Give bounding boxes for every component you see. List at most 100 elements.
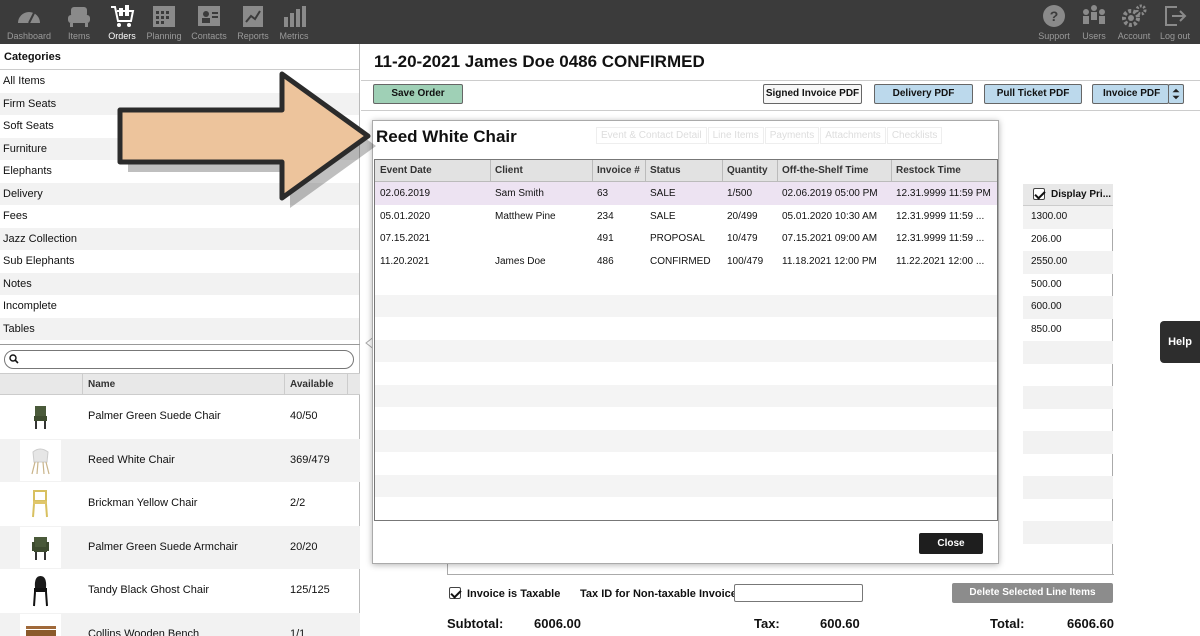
item-name: Tandy Black Ghost Chair <box>88 584 210 596</box>
empty-row <box>375 294 997 317</box>
column-available[interactable]: Available <box>290 379 334 390</box>
help-tab[interactable]: Help <box>1160 321 1200 363</box>
usage-row[interactable]: 07.15.2021 491 PROPOSAL 10/479 07.15.202… <box>375 227 997 250</box>
item-name: Palmer Green Suede Chair <box>88 410 221 422</box>
line-items-table: Display Pri... 1300.00 206.00 2550.00 50… <box>1023 184 1113 574</box>
item-row[interactable]: Reed White Chair 369/479 <box>0 438 360 482</box>
category-incomplete[interactable]: Incomplete <box>0 295 359 318</box>
popover-title: Reed White Chair <box>376 127 517 146</box>
empty-row <box>375 474 997 497</box>
off-shelf-cell: 07.15.2021 09:00 AM <box>782 233 878 244</box>
nav-logout[interactable]: Log out <box>1150 0 1200 44</box>
item-row[interactable]: Brickman Yellow Chair 2/2 <box>0 482 360 526</box>
nav-dashboard[interactable]: Dashboard <box>4 0 54 44</box>
dashboard-icon <box>18 12 40 24</box>
save-order-button[interactable]: Save Order <box>373 84 463 104</box>
display-price-cell[interactable]: 2550.00 <box>1023 251 1113 274</box>
delete-selected-line-items-button[interactable]: Delete Selected Line Items <box>952 583 1113 603</box>
empty-cell <box>1023 454 1113 477</box>
item-usage-table: Event Date Client Invoice # Status Quant… <box>374 159 998 521</box>
categories-header: Categories <box>0 44 359 70</box>
item-search-input[interactable] <box>4 350 354 369</box>
invoice-cell: 63 <box>597 188 609 199</box>
item-row[interactable]: Tandy Black Ghost Chair 125/125 <box>0 569 360 613</box>
display-price-cell[interactable]: 500.00 <box>1023 274 1113 297</box>
delivery-pdf-button[interactable]: Delivery PDF <box>874 84 973 104</box>
invoice-cell: 234 <box>597 210 614 222</box>
client-cell: Matthew Pine <box>495 210 556 222</box>
order-title: 11-20-2021 James Doe 0486 CONFIRMED <box>374 52 705 71</box>
restock-cell: 11.22.2021 12:00 ... <box>896 255 985 267</box>
event-date-cell: 05.01.2020 <box>380 210 431 222</box>
tax-id-input[interactable] <box>734 584 863 602</box>
column-off-the-shelf-time[interactable]: Off-the-Shelf Time <box>782 165 868 176</box>
display-price-cell[interactable]: 1300.00 <box>1023 206 1113 229</box>
tab-event-contact-detail: Event & Contact Detail <box>596 127 707 144</box>
display-price-header-label: Display Pri... <box>1051 189 1112 200</box>
item-row[interactable]: Palmer Green Suede Armchair 20/20 <box>0 525 360 569</box>
empty-cell <box>1023 521 1113 544</box>
invoice-taxable-label: Invoice is Taxable <box>467 588 561 600</box>
nav-dashboard-label: Dashboard <box>6 31 52 41</box>
off-shelf-cell: 11.18.2021 12:00 PM <box>782 255 877 267</box>
pull-ticket-pdf-button[interactable]: Pull Ticket PDF <box>984 84 1082 104</box>
usage-row[interactable]: 11.20.2021 James Doe 486 CONFIRMED 100/4… <box>375 250 997 273</box>
toolbar-divider <box>361 110 1200 111</box>
display-price-cell[interactable]: 600.00 <box>1023 296 1113 319</box>
nav-metrics[interactable]: Metrics <box>269 0 319 44</box>
status-cell: SALE <box>650 188 676 199</box>
event-date-cell: 07.15.2021 <box>380 233 431 244</box>
display-price-cell[interactable]: 850.00 <box>1023 319 1113 342</box>
usage-row[interactable]: 02.06.2019 Sam Smith 63 SALE 1/500 02.06… <box>375 182 997 205</box>
category-jazz-collection[interactable]: Jazz Collection <box>0 227 359 250</box>
column-quantity[interactable]: Quantity <box>727 165 768 176</box>
quantity-cell: 1/500 <box>727 188 753 199</box>
nav-planning[interactable]: Planning <box>139 0 189 44</box>
column-event-date[interactable]: Event Date <box>380 165 432 176</box>
empty-row <box>375 384 997 407</box>
calendar-icon <box>153 6 175 27</box>
category-notes[interactable]: Notes <box>0 272 359 295</box>
status-cell: PROPOSAL <box>650 233 706 244</box>
item-name: Palmer Green Suede Armchair <box>88 540 238 553</box>
column-invoice-number[interactable]: Invoice # <box>597 165 640 176</box>
empty-cell <box>1023 476 1113 499</box>
table-border <box>447 574 1114 575</box>
nav-contacts-label: Contacts <box>191 31 227 41</box>
display-price-column-header[interactable]: Display Pri... <box>1023 184 1113 206</box>
svg-text:?: ? <box>1050 8 1059 24</box>
display-price-cell[interactable]: 206.00 <box>1023 229 1113 252</box>
column-status[interactable]: Status <box>650 165 681 176</box>
close-button[interactable]: Close <box>919 533 983 554</box>
empty-cell <box>1023 386 1113 409</box>
quantity-cell: 10/479 <box>727 233 758 244</box>
empty-cell <box>1023 431 1113 454</box>
users-icon <box>1083 5 1105 24</box>
column-restock-time[interactable]: Restock Time <box>896 165 961 176</box>
column-client[interactable]: Client <box>495 165 523 176</box>
column-name[interactable]: Name <box>88 379 115 390</box>
subtotal-label: Subtotal: <box>447 616 504 631</box>
total-value: 6606.60 <box>1067 616 1114 631</box>
signed-invoice-pdf-button[interactable]: Signed Invoice PDF <box>763 84 862 104</box>
display-price-checkbox[interactable] <box>1033 188 1045 200</box>
item-name: Brickman Yellow Chair <box>88 497 198 509</box>
tax-label: Tax: <box>754 616 780 631</box>
nav-contacts[interactable]: Contacts <box>184 0 234 44</box>
quantity-cell: 20/499 <box>727 210 758 222</box>
restock-cell: 12.31.9999 11:59 PM <box>896 188 991 199</box>
category-sub-elephants[interactable]: Sub Elephants <box>0 250 359 273</box>
category-tables[interactable]: Tables <box>0 317 359 340</box>
item-row[interactable]: Collins Wooden Bench 1/1 <box>0 612 360 636</box>
usage-row[interactable]: 05.01.2020 Matthew Pine 234 SALE 20/499 … <box>375 205 997 228</box>
nav-planning-label: Planning <box>146 31 182 41</box>
invoice-pdf-button[interactable]: Invoice PDF <box>1092 84 1169 104</box>
black-ghost-chair-thumbnail <box>20 570 61 611</box>
quantity-cell: 100/479 <box>727 255 764 267</box>
item-row[interactable]: Palmer Green Suede Chair 40/50 <box>0 395 360 439</box>
reports-icon <box>243 6 263 27</box>
invoice-pdf-dropdown[interactable] <box>1168 84 1184 104</box>
invoice-taxable-checkbox[interactable] <box>449 587 461 599</box>
annotation-arrow <box>117 71 376 208</box>
item-usage-popover: Reed White Chair Event & Contact Detail L… <box>372 120 999 564</box>
